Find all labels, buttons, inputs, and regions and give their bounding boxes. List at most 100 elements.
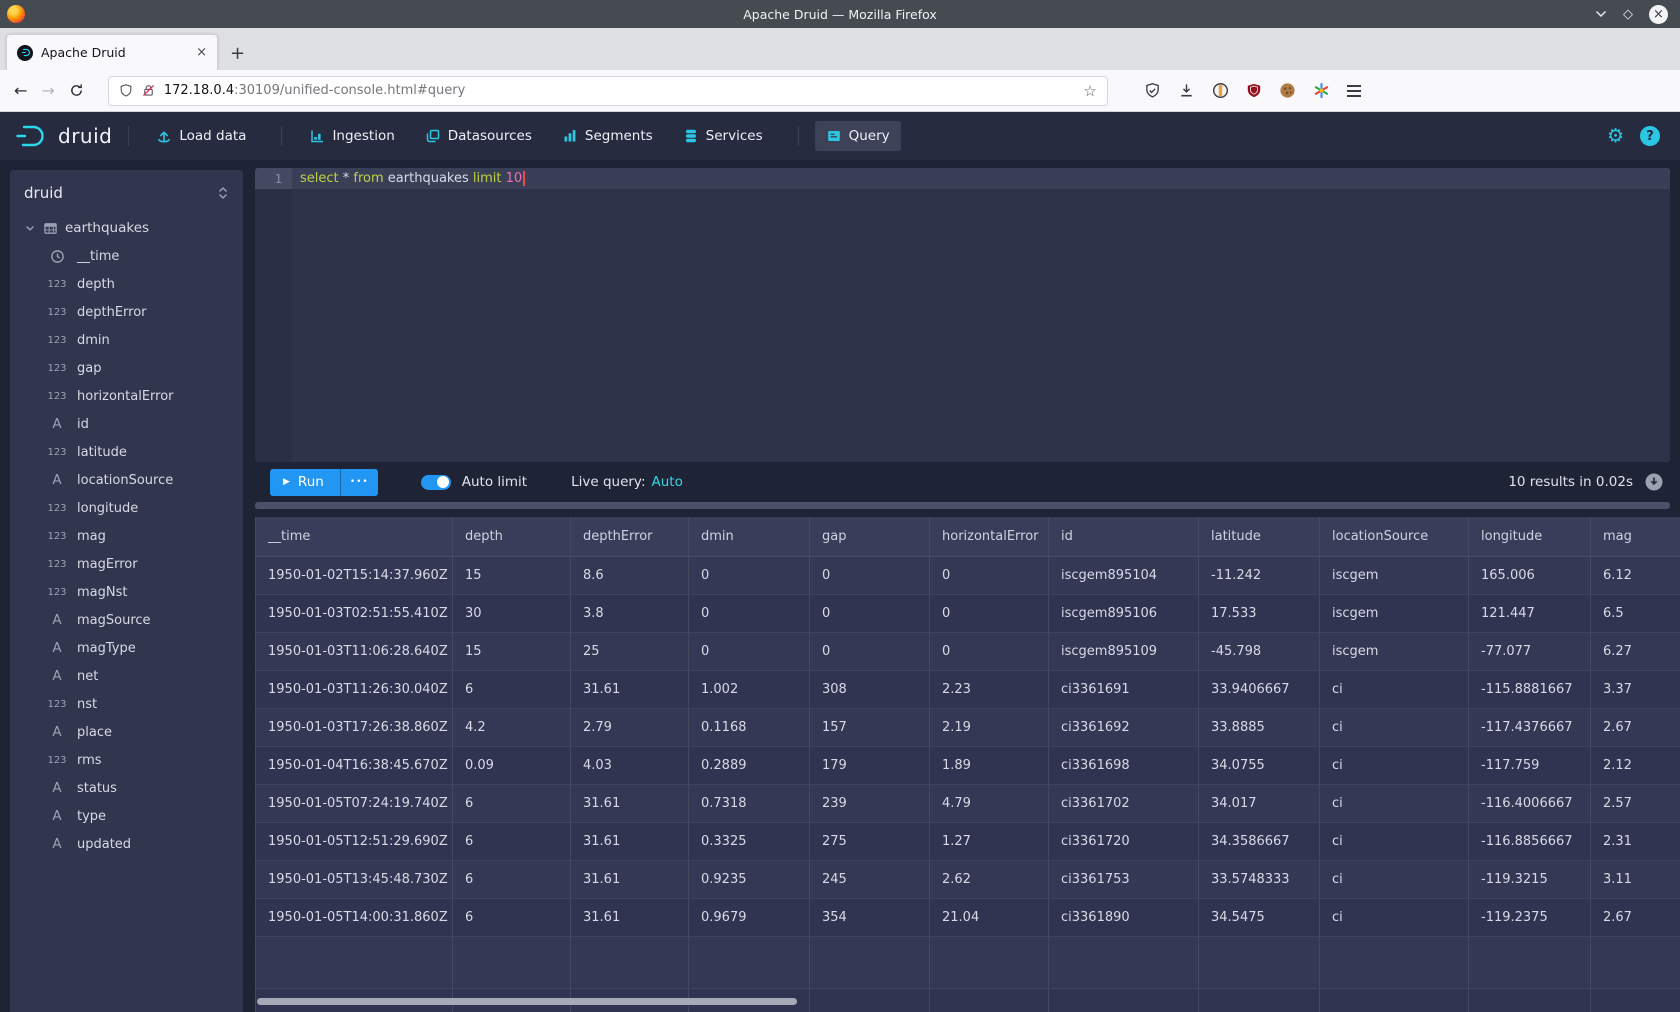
help-icon[interactable]: ? (1640, 126, 1660, 146)
sidebar-column[interactable]: 123 A nst (10, 690, 243, 718)
new-tab-button[interactable]: + (230, 45, 245, 63)
bookmark-star-icon[interactable]: ☆ (1083, 82, 1096, 100)
nav-item-load-data[interactable]: Load data (145, 121, 257, 151)
table-cell[interactable]: ci (1320, 822, 1469, 860)
table-cell[interactable]: 31.61 (571, 898, 689, 936)
browser-tab[interactable]: Apache Druid × (6, 34, 218, 70)
table-cell[interactable]: 2.62 (930, 860, 1049, 898)
nav-item-datasources[interactable]: Datasources (414, 121, 543, 151)
nav-item-segments[interactable]: Segments (551, 121, 664, 151)
table-cell[interactable]: 1950-01-05T12:51:29.690Z (256, 822, 453, 860)
table-cell[interactable]: 2.23 (930, 670, 1049, 708)
table-cell[interactable]: ci3361720 (1049, 822, 1199, 860)
extension-asterisk-icon[interactable] (1313, 82, 1330, 99)
reload-button[interactable] (69, 83, 84, 98)
sidebar-column[interactable]: 123 A status (10, 774, 243, 802)
live-query-value[interactable]: Auto (652, 474, 683, 490)
column-header-longitude[interactable]: longitude (1469, 517, 1591, 556)
table-cell[interactable]: 2.19 (930, 708, 1049, 746)
extension-container-icon[interactable] (1212, 82, 1229, 99)
table-cell[interactable]: 33.8885 (1199, 708, 1320, 746)
download-results-icon[interactable] (1644, 472, 1664, 492)
cookie-icon[interactable] (1279, 82, 1296, 99)
table-cell[interactable]: -45.798 (1199, 632, 1320, 670)
table-cell[interactable]: 33.5748333 (1199, 860, 1320, 898)
column-header-horizontalError[interactable]: horizontalError (930, 517, 1049, 556)
table-cell[interactable]: ci3361753 (1049, 860, 1199, 898)
table-cell[interactable]: 2.79 (571, 708, 689, 746)
table-cell[interactable]: 1.002 (689, 670, 810, 708)
table-cell[interactable]: 31.61 (571, 670, 689, 708)
table-cell[interactable]: 6 (453, 860, 571, 898)
table-cell[interactable]: 34.3586667 (1199, 822, 1320, 860)
sidebar-column[interactable]: 123 A dmin (10, 326, 243, 354)
sidebar-column[interactable]: 123 A longitude (10, 494, 243, 522)
table-cell[interactable]: 0 (930, 594, 1049, 632)
table-cell[interactable]: 3.37 (1591, 670, 1680, 708)
table-cell[interactable]: 165.006 (1469, 556, 1591, 594)
table-cell[interactable]: 2.67 (1591, 898, 1680, 936)
nav-item-query[interactable]: Query (815, 121, 901, 151)
sql-editor[interactable]: 1 select * from earthquakes limit 10 (255, 168, 1670, 462)
sidebar-column[interactable]: 123 A gap (10, 354, 243, 382)
table-cell[interactable]: -119.2375 (1469, 898, 1591, 936)
table-cell[interactable]: 6 (453, 784, 571, 822)
table-cell[interactable]: 17.533 (1199, 594, 1320, 632)
table-cell[interactable]: 245 (810, 860, 930, 898)
table-cell[interactable]: 121.447 (1469, 594, 1591, 632)
table-cell[interactable]: 4.79 (930, 784, 1049, 822)
forward-button[interactable]: → (41, 81, 54, 100)
table-cell[interactable]: 8.6 (571, 556, 689, 594)
table-cell[interactable]: iscgem895104 (1049, 556, 1199, 594)
table-cell[interactable]: 1950-01-05T14:00:31.860Z (256, 898, 453, 936)
table-cell[interactable]: 2.12 (1591, 746, 1680, 784)
table-cell[interactable]: iscgem (1320, 556, 1469, 594)
table-cell[interactable]: 179 (810, 746, 930, 784)
table-cell[interactable]: 0 (930, 632, 1049, 670)
table-cell[interactable]: 31.61 (571, 860, 689, 898)
auto-limit-toggle[interactable] (421, 475, 451, 490)
table-cell[interactable]: 0.9679 (689, 898, 810, 936)
table-cell[interactable]: ci3361692 (1049, 708, 1199, 746)
druid-logo[interactable]: druid (14, 123, 112, 149)
table-cell[interactable]: ci (1320, 860, 1469, 898)
table-cell[interactable]: 0.09 (453, 746, 571, 784)
sidebar-column[interactable]: 123 A net (10, 662, 243, 690)
sidebar-column[interactable]: 123 A magNst (10, 578, 243, 606)
ublock-icon[interactable] (1246, 82, 1262, 99)
column-header-id[interactable]: id (1049, 517, 1199, 556)
shield-check-icon[interactable] (1144, 82, 1161, 99)
tab-close-icon[interactable]: × (196, 45, 207, 60)
sidebar-table-earthquakes[interactable]: earthquakes (10, 214, 243, 242)
column-header-mag[interactable]: mag (1591, 517, 1680, 556)
table-cell[interactable]: 0 (810, 594, 930, 632)
table-cell[interactable]: 34.5475 (1199, 898, 1320, 936)
table-cell[interactable]: 31.61 (571, 822, 689, 860)
table-cell[interactable]: 0 (930, 556, 1049, 594)
table-cell[interactable]: 1.89 (930, 746, 1049, 784)
table-cell[interactable]: 4.2 (453, 708, 571, 746)
table-cell[interactable]: 239 (810, 784, 930, 822)
table-cell[interactable]: 34.0755 (1199, 746, 1320, 784)
downloads-icon[interactable] (1178, 82, 1195, 99)
back-button[interactable]: ← (14, 81, 27, 100)
nav-item-ingestion[interactable]: Ingestion (298, 121, 405, 151)
table-cell[interactable]: 0 (689, 556, 810, 594)
window-close-icon[interactable]: × (1649, 5, 1668, 24)
table-cell[interactable]: 0 (810, 632, 930, 670)
column-header-latitude[interactable]: latitude (1199, 517, 1320, 556)
table-cell[interactable]: ci (1320, 898, 1469, 936)
table-cell[interactable]: 0 (689, 594, 810, 632)
sidebar-column[interactable]: 123 A place (10, 718, 243, 746)
table-cell[interactable]: -117.759 (1469, 746, 1591, 784)
table-cell[interactable]: 1950-01-05T13:45:48.730Z (256, 860, 453, 898)
sidebar-column[interactable]: 123 A horizontalError (10, 382, 243, 410)
table-cell[interactable]: 2.67 (1591, 708, 1680, 746)
settings-gear-icon[interactable]: ⚙ (1607, 127, 1624, 146)
nav-item-services[interactable]: Services (672, 121, 774, 151)
table-cell[interactable]: iscgem895109 (1049, 632, 1199, 670)
horizontal-scrollbar[interactable] (257, 998, 797, 1005)
shield-icon[interactable] (119, 83, 133, 98)
sidebar-column[interactable]: 123 A depthError (10, 298, 243, 326)
chevron-down-icon[interactable] (24, 222, 36, 234)
